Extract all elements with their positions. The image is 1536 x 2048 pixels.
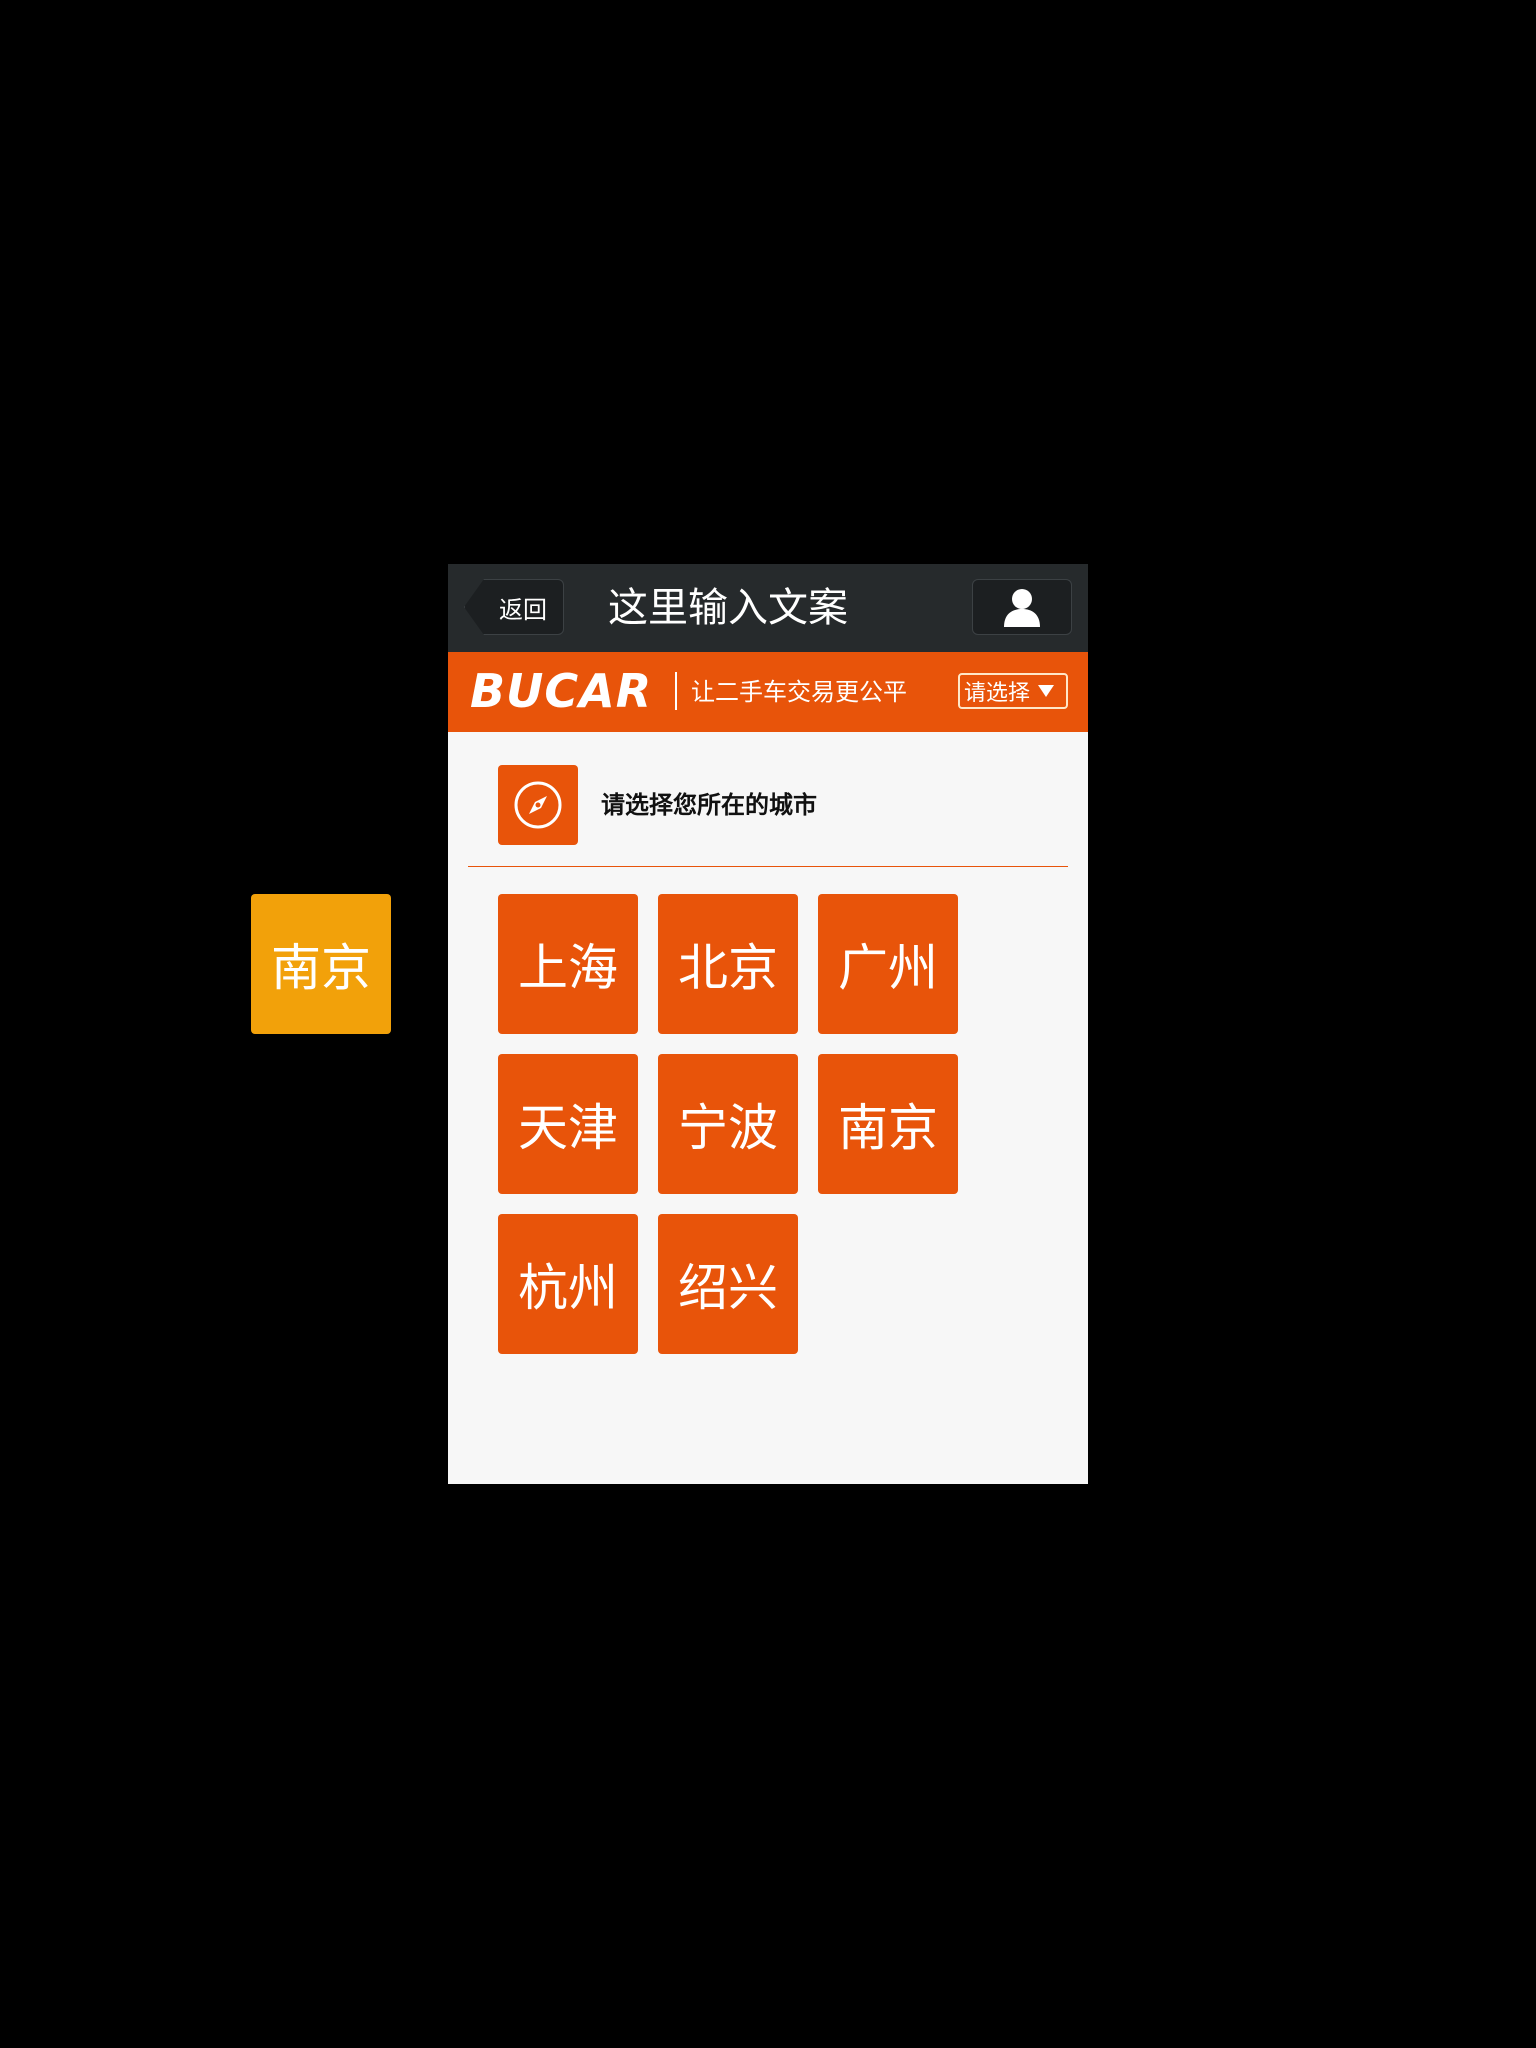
city-tile-guangzhou[interactable]: 广州 (818, 894, 958, 1034)
city-tile-shanghai[interactable]: 上海 (498, 894, 638, 1034)
compass-icon (514, 781, 562, 829)
city-tile-beijing[interactable]: 北京 (658, 894, 798, 1034)
back-button-label: 返回 (499, 595, 547, 624)
city-tile-shaoxing[interactable]: 绍兴 (658, 1214, 798, 1354)
city-tile-tianjin[interactable]: 天津 (498, 1054, 638, 1194)
divider (468, 866, 1068, 867)
city-tile-ningbo[interactable]: 宁波 (658, 1054, 798, 1194)
screen-background: 南京 返回 这里输入文案 BUCAR 让二手车交易更公平 请选择 请选择您所在的… (0, 0, 1536, 2048)
back-button[interactable]: 返回 (464, 579, 564, 635)
city-tile-hangzhou[interactable]: 杭州 (498, 1214, 638, 1354)
bucar-logo: BUCAR (470, 664, 653, 718)
phone-screen: 返回 这里输入文案 BUCAR 让二手车交易更公平 请选择 请选择您所在的城市 … (448, 564, 1088, 1484)
brand-divider (675, 672, 677, 710)
dragged-city-tile[interactable]: 南京 (251, 894, 391, 1034)
chevron-down-icon (1038, 685, 1055, 697)
city-tile-nanjing[interactable]: 南京 (818, 1054, 958, 1194)
user-button[interactable] (972, 579, 1072, 635)
brand-bar: BUCAR 让二手车交易更公平 请选择 (448, 652, 1088, 732)
compass-icon-box (498, 765, 578, 845)
page-title: 这里输入文案 (608, 585, 848, 631)
brand-slogan: 让二手车交易更公平 (691, 678, 907, 706)
user-icon (1004, 589, 1040, 627)
city-prompt-header: 请选择您所在的城市 (448, 732, 1088, 862)
prompt-text: 请选择您所在的城市 (601, 791, 817, 819)
city-select-dropdown[interactable]: 请选择 (958, 673, 1068, 709)
top-nav-bar: 返回 这里输入文案 (448, 564, 1088, 652)
select-label: 请选择 (964, 681, 1031, 706)
